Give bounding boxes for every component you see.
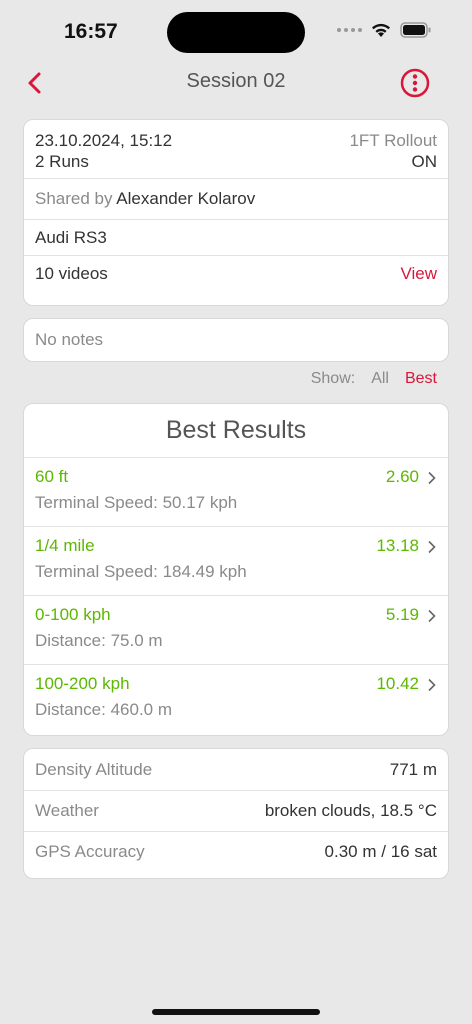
chevron-right-icon (428, 471, 436, 485)
shared-by-prefix: Shared by (35, 189, 113, 208)
condition-row-density-altitude: Density Altitude 771 m (24, 749, 448, 790)
condition-label: Weather (35, 801, 99, 820)
car-row: Audi RS3 (24, 219, 448, 255)
result-label: 60 ft (35, 467, 69, 486)
condition-label: Density Altitude (35, 759, 153, 779)
result-row-60ft[interactable]: 60 ft 2.60 Terminal Speed: 50.17 kph (24, 457, 448, 526)
conditions-card: Density Altitude 771 m Weather broken cl… (23, 748, 449, 879)
result-row-100-200[interactable]: 100-200 kph 10.42 Distance: 460.0 m (24, 664, 448, 733)
best-results-title: Best Results (165, 416, 307, 444)
car-name: Audi RS3 (35, 227, 107, 247)
cellular-signal-icon (337, 28, 362, 32)
home-indicator[interactable] (152, 1009, 320, 1015)
session-date-row: 23.10.2024, 15:12 1FT Rollout (24, 120, 448, 151)
condition-label: GPS Accuracy (35, 842, 145, 861)
result-detail: Terminal Speed: 184.49 kph (35, 562, 247, 581)
result-detail: Distance: 75.0 m (35, 631, 163, 650)
rollout-value: ON (411, 151, 438, 171)
videos-row: 10 videos View (24, 255, 448, 292)
run-count: 2 Runs (35, 151, 89, 171)
chevron-right-icon (428, 540, 436, 554)
notes-card[interactable]: No notes (23, 318, 449, 362)
more-vertical-icon (400, 68, 430, 98)
result-label: 100-200 kph (35, 674, 130, 693)
navigation-bar: Session 02 (0, 60, 472, 104)
result-detail: Distance: 460.0 m (35, 700, 173, 719)
show-label: Show: (310, 370, 356, 387)
result-detail: Terminal Speed: 50.17 kph (35, 493, 238, 512)
battery-icon (400, 22, 431, 38)
result-label: 1/4 mile (35, 536, 95, 555)
session-runs-row: 2 Runs ON (24, 151, 448, 178)
condition-value: broken clouds, 18.5 °C (264, 801, 437, 820)
status-icons (337, 22, 432, 38)
filter-all-button[interactable]: All (371, 370, 389, 388)
result-row-quarter-mile[interactable]: 1/4 mile 13.18 Terminal Speed: 184.49 kp… (24, 526, 448, 595)
best-results-card: Best Results 60 ft 2.60 Terminal Speed: … (23, 403, 449, 736)
session-date: 23.10.2024, 15:12 (35, 130, 173, 150)
result-label: 0-100 kph (35, 605, 111, 624)
shared-by-row: Shared by Alexander Kolarov (24, 178, 448, 219)
status-bar: 16:57 (0, 0, 472, 60)
rollout-label: 1FT Rollout (349, 130, 437, 150)
results-filter: Show: All Best (311, 370, 437, 388)
video-count: 10 videos (35, 264, 108, 283)
condition-row-gps-accuracy: GPS Accuracy 0.30 m / 16 sat (24, 831, 448, 872)
dynamic-island (167, 12, 305, 53)
filter-best-button[interactable]: Best (405, 370, 437, 388)
view-videos-link[interactable]: View (400, 264, 437, 284)
session-info-card: 23.10.2024, 15:12 1FT Rollout 2 Runs ON … (23, 119, 449, 306)
shared-by-name: Alexander Kolarov (116, 189, 256, 208)
more-options-button[interactable] (400, 68, 430, 98)
result-row-0-100[interactable]: 0-100 kph 5.19 Distance: 75.0 m (24, 595, 448, 664)
chevron-right-icon (428, 609, 436, 623)
condition-row-weather: Weather broken clouds, 18.5 °C (24, 790, 448, 831)
condition-value: 0.30 m / 16 sat (324, 842, 437, 861)
condition-value: 771 m (389, 759, 437, 779)
chevron-right-icon (428, 678, 436, 692)
status-time: 16:57 (64, 20, 118, 43)
wifi-icon (372, 23, 390, 37)
notes-text: No notes (35, 330, 104, 349)
